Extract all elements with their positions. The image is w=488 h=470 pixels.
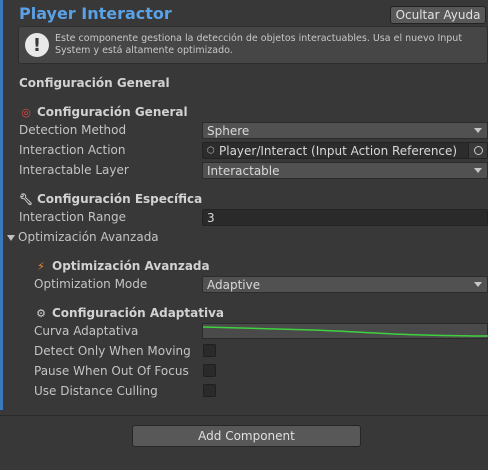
subheading-specific: 🔧︎ Configuración Específica: [19, 192, 203, 206]
pause-focus-checkbox[interactable]: [203, 364, 216, 377]
chevron-down-icon: [474, 282, 482, 287]
chevron-down-icon: [474, 168, 482, 173]
help-box: ! Este componente gestiona la detección …: [18, 26, 488, 64]
section-heading-general: Configuración General: [19, 76, 170, 90]
target-icon: ◎: [21, 106, 31, 119]
detect-moving-checkbox[interactable]: [203, 344, 216, 357]
interactable-layer-dropdown[interactable]: Interactable: [202, 162, 488, 179]
lightning-icon: ⚡︎: [37, 260, 45, 273]
optimization-foldout[interactable]: Optimización Avanzada: [7, 230, 159, 244]
input-action-icon: ⬡: [207, 145, 215, 156]
subheading-optimization: ⚡︎ Optimización Avanzada: [34, 259, 210, 273]
subheading-general: ◎ Configuración General: [19, 105, 187, 119]
optimization-mode-label: Optimization Mode: [34, 277, 148, 291]
distance-culling-label: Use Distance Culling: [34, 384, 158, 398]
adaptive-curve-label: Curva Adaptativa: [34, 324, 139, 338]
component-title: Player Interactor: [19, 4, 172, 23]
interaction-range-label: Interaction Range: [19, 210, 126, 224]
interaction-range-input[interactable]: 3: [202, 209, 488, 226]
help-text: Este componente gestiona la detección de…: [55, 33, 463, 56]
detection-method-dropdown[interactable]: Sphere: [202, 122, 488, 139]
chevron-down-icon: [474, 128, 482, 133]
gear-icon: ⚙︎: [36, 307, 46, 320]
object-picker-button[interactable]: [468, 143, 487, 158]
pause-focus-label: Pause When Out Of Focus: [34, 364, 189, 378]
foldout-arrow-icon: [7, 234, 15, 241]
subheading-adaptive: ⚙︎ Configuración Adaptativa: [34, 306, 224, 320]
adaptive-curve-field[interactable]: [202, 323, 488, 339]
target-picker-icon: [473, 146, 483, 155]
hide-help-button[interactable]: Ocultar Ayuda: [390, 6, 486, 24]
interactable-layer-label: Interactable Layer: [19, 163, 129, 177]
warning-icon: !: [25, 33, 49, 57]
optimization-mode-dropdown[interactable]: Adaptive: [202, 276, 488, 293]
interaction-action-field[interactable]: ⬡ Player/Interact (Input Action Reference…: [202, 142, 488, 159]
inspector-divider: [0, 415, 488, 416]
add-component-button[interactable]: Add Component: [132, 425, 361, 447]
detection-method-label: Detection Method: [19, 123, 127, 137]
interaction-action-label: Interaction Action: [19, 143, 126, 157]
detect-moving-label: Detect Only When Moving: [34, 344, 191, 358]
component-accent-bar: [0, 0, 3, 410]
wrench-icon: 🔧︎: [19, 193, 33, 206]
distance-culling-checkbox[interactable]: [203, 384, 216, 397]
adaptive-curve-line: [203, 326, 488, 337]
